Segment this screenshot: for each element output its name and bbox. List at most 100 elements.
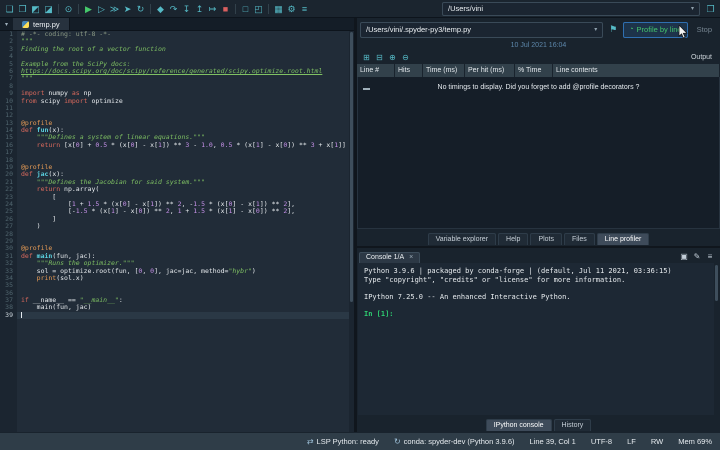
editor-line[interactable]: 35 (0, 282, 354, 289)
profiler-file-select[interactable]: /Users/vini/.spyder-py3/temp.py ▾ (360, 22, 603, 38)
python-env-icon[interactable]: ≡ (298, 2, 311, 16)
stop-button[interactable]: Stop (692, 25, 717, 34)
expand-selected-icon[interactable]: ⊕ (387, 53, 398, 62)
editor-line[interactable]: 34 print(sol.x) (0, 275, 354, 282)
browse-directory-icon[interactable]: ❒ (704, 2, 717, 16)
edit-icon[interactable]: ✎ (692, 252, 702, 261)
save-file-icon[interactable]: ◩ (29, 2, 42, 16)
tab-plots[interactable]: Plots (530, 233, 562, 245)
readwrite-status[interactable]: RW (651, 437, 663, 446)
encoding[interactable]: UTF-8 (591, 437, 612, 446)
collapse-all-icon[interactable]: ⊟ (374, 53, 385, 62)
run-selection-icon[interactable]: ➤ (121, 2, 134, 16)
console-scrollbar-thumb[interactable] (715, 265, 718, 301)
interpreter-status[interactable]: ↻conda: spyder-dev (Python 3.9.6) (394, 437, 515, 446)
editor-line[interactable]: 39 (0, 312, 354, 319)
tab-temp-py[interactable]: temp.py (13, 18, 70, 30)
profiler-timestamp: 10 Jul 2021 16:04 (357, 40, 720, 51)
console-header: Console 1/A × ▣✎≡ (357, 248, 720, 263)
close-console-icon[interactable]: × (409, 254, 413, 261)
console-line: Type "copyright", "credits" or "license"… (364, 276, 709, 285)
main-area: ▾ temp.py 1# -*- coding: utf-8 -*-2"""3F… (0, 18, 720, 432)
fullscreen-icon[interactable]: ◰ (252, 2, 265, 16)
options-menu-icon[interactable]: ≡ (705, 252, 715, 261)
editor-line[interactable]: 6https://docs.scipy.org/doc/scipy/refere… (0, 68, 354, 75)
step-out-icon[interactable]: ↥ (193, 2, 206, 16)
open-file-icon[interactable]: ❒ (16, 2, 29, 16)
memory-status[interactable]: Mem 69% (678, 437, 712, 446)
editor-line[interactable]: 7""" (0, 75, 354, 82)
tab-history[interactable]: History (554, 419, 592, 431)
column-header-per-hit-ms[interactable]: Per hit (ms) (465, 64, 515, 77)
tab-files[interactable]: Files (564, 233, 595, 245)
console-header-icons: ▣✎≡ (679, 252, 718, 263)
editor-line[interactable]: 12 (0, 112, 354, 119)
preferences-icon[interactable]: ⚙ (285, 2, 298, 16)
profiler-empty-message: No timings to display. Did you forget to… (358, 77, 719, 91)
profiler-toolbar: /Users/vini/.spyder-py3/temp.py ▾ ⚑ ◔ Pr… (357, 18, 720, 40)
code-editor[interactable]: 1# -*- coding: utf-8 -*-2"""3Finding the… (0, 31, 354, 432)
working-directory-select[interactable]: /Users/vini ▾ (442, 2, 700, 16)
console-scrollbar[interactable] (714, 263, 719, 415)
cursor-position[interactable]: Line 39, Col 1 (530, 437, 576, 446)
step-into-icon[interactable]: ↧ (180, 2, 193, 16)
editor-scrollbar[interactable] (349, 31, 354, 432)
profiler-file-value: /Users/vini/.spyder-py3/temp.py (366, 25, 471, 34)
run-cell-icon[interactable]: ▷ (95, 2, 108, 16)
output-label: Output (691, 54, 716, 61)
console-line: IPython 7.25.0 -- An enhanced Interactiv… (364, 293, 709, 302)
line-profiler-pane: /Users/vini/.spyder-py3/temp.py ▾ ⚑ ◔ Pr… (357, 18, 720, 246)
tab-console-1a[interactable]: Console 1/A × (359, 252, 420, 263)
column-header-time-ms[interactable]: Time (ms) (423, 64, 465, 77)
status-bar: ⇄LSP Python: ready ↻conda: spyder-dev (Py… (0, 432, 720, 450)
editor-line[interactable]: 29 (0, 238, 354, 245)
column-header-line-contents[interactable]: Line contents (553, 64, 720, 77)
column-header-line[interactable]: Line # (357, 64, 395, 77)
save-all-icon[interactable]: ◪ (42, 2, 55, 16)
collapse-selected-icon[interactable]: ⊖ (400, 53, 411, 62)
editor-line[interactable]: 18 (0, 157, 354, 164)
lsp-status[interactable]: ⇄LSP Python: ready (307, 437, 379, 446)
editor-line[interactable]: 1# -*- coding: utf-8 -*- (0, 31, 354, 38)
editor-line[interactable]: 16 return [x[0] + 0.5 * (x[0] - x[1]) **… (0, 142, 354, 149)
browse-tabs-icon[interactable]: ▾ (0, 18, 13, 30)
column-header-time[interactable]: % Time (515, 64, 553, 77)
console-body[interactable]: Python 3.9.6 | packaged by conda-forge |… (358, 263, 719, 415)
column-header-hits[interactable]: Hits (395, 64, 423, 77)
debug-continue-icon[interactable]: ↦ (206, 2, 219, 16)
editor-line[interactable]: 26 ] (0, 216, 354, 223)
maximize-pane-icon[interactable]: □ (239, 2, 252, 16)
editor-scrollbar-thumb[interactable] (350, 32, 353, 302)
tab-line-profiler[interactable]: Line profiler (597, 233, 650, 245)
tab-ipython-console[interactable]: IPython console (486, 419, 552, 431)
step-over-icon[interactable]: ↷ (167, 2, 180, 16)
run-file-icon[interactable]: ▶ (82, 2, 95, 16)
editor-line[interactable]: 28 (0, 231, 354, 238)
tab-help[interactable]: Help (498, 233, 528, 245)
console-line (364, 284, 709, 293)
profile-by-line-button[interactable]: ◔ Profile by line (623, 22, 687, 38)
editor-line[interactable]: 10from scipy import optimize (0, 98, 354, 105)
bookmark-icon[interactable]: ⚑ (607, 24, 619, 35)
new-file-icon[interactable]: ❏ (3, 2, 16, 16)
eol-status[interactable]: LF (627, 437, 636, 446)
debug-stop-icon[interactable]: ■ (219, 2, 232, 16)
editor-line[interactable]: 27 ) (0, 223, 354, 230)
expand-all-icon[interactable]: ⊞ (361, 53, 372, 62)
debug-file-icon[interactable]: ◆ (154, 2, 167, 16)
re-run-icon[interactable]: ↻ (134, 2, 147, 16)
tab-variable-explorer[interactable]: Variable explorer (428, 233, 496, 245)
editor-line[interactable]: 3Finding the root of a vector function (0, 46, 354, 53)
editor-line[interactable]: 17 (0, 149, 354, 156)
working-directory-value: /Users/vini (448, 4, 483, 13)
run-cell-advance-icon[interactable]: ≫ (108, 2, 121, 16)
editor-line[interactable]: 38 main(fun, jac) (0, 304, 354, 311)
find-in-files-icon[interactable]: ⊙ (62, 2, 75, 16)
profiler-action-icons: ⊞⊟⊕⊖ (361, 53, 411, 62)
chevron-down-icon: ▾ (589, 26, 597, 33)
layout-icon[interactable]: ▦ (272, 2, 285, 16)
panel-icon[interactable]: ▣ (679, 252, 689, 261)
editor-line[interactable]: 11 (0, 105, 354, 112)
interpreter-status-icon: ↻ (394, 437, 401, 446)
console-line: Python 3.9.6 | packaged by conda-forge |… (364, 267, 709, 276)
